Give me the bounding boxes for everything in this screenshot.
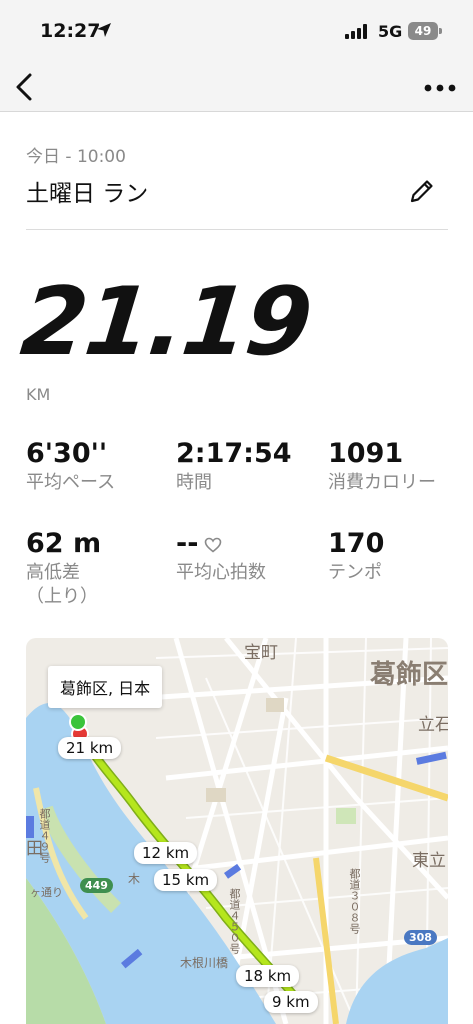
stat-elevation-gain: 62 m 高低差 （上り） [26, 528, 176, 609]
place-label-district: 葛飾区 [370, 660, 448, 690]
stat-value-row: -- [176, 528, 326, 559]
distance-value: 21.19 [16, 268, 316, 377]
stat-label: 平均ペース [26, 472, 116, 493]
stat-value: 62 m [26, 528, 102, 559]
bridge-label-short: 木 [128, 872, 141, 886]
place-label-tateishi: 立石 [418, 715, 448, 735]
road-label-308: 都道３０８号 [348, 868, 361, 934]
stat-heart-rate: -- 平均心拍数 [176, 528, 326, 585]
road-sign-308: 308 [404, 930, 437, 945]
street-label: ヶ通り [30, 886, 63, 899]
activity-title: 土曜日 ラン [26, 181, 149, 207]
header-divider [26, 229, 448, 230]
stat-average-pace: 6'30'' 平均ペース [26, 438, 176, 495]
stat-value: 170 [328, 528, 385, 559]
activity-date: 今日 - 10:00 [26, 147, 126, 167]
status-bar: 12:27 5G 49 [0, 0, 473, 62]
battery-tip [439, 28, 442, 34]
status-time: 12:27 [40, 20, 101, 42]
back-chevron-icon[interactable] [8, 68, 42, 106]
place-label-takaramachi: 宝町 [244, 643, 278, 663]
stat-label: 時間 [176, 472, 212, 493]
stat-value: 2:17:54 [176, 438, 292, 469]
location-arrow-icon [97, 23, 111, 37]
bridge-label: 木根川橋 [180, 956, 229, 970]
stat-value: 1091 [328, 438, 404, 469]
stat-cadence: 170 テンポ [328, 528, 473, 585]
heart-icon [205, 537, 222, 553]
stat-value: -- [176, 528, 199, 559]
km-marker-18: 18 km [236, 965, 300, 987]
distance-unit: KM [26, 385, 51, 404]
place-label-higashitate: 東立 [412, 851, 446, 871]
road-label-450: 都道４５０号 [228, 888, 241, 954]
stat-calories: 1091 消費カロリー [328, 438, 468, 495]
stat-label: 平均心拍数 [176, 562, 266, 583]
battery-icon: 49 [408, 22, 438, 40]
location-callout: 葛飾区, 日本 [48, 666, 163, 708]
edit-pencil-icon[interactable] [406, 175, 438, 207]
cellular-signal-icon [345, 24, 367, 39]
stat-label: テンポ [328, 562, 382, 583]
network-type: 5G [378, 22, 403, 41]
route-map[interactable]: 葛飾区, 日本 葛飾区 宝町 立石 東立 田 都道３０８号 都道４５０号 都道４… [26, 638, 448, 1024]
km-marker-9: 9 km [264, 991, 318, 1013]
stat-label: 高低差 （上り） [26, 562, 98, 607]
road-sign-449: 449 [80, 878, 113, 893]
stat-value: 6'30'' [26, 438, 108, 469]
stat-label: 消費カロリー [328, 472, 436, 493]
nav-bar [0, 62, 473, 112]
stat-duration: 2:17:54 時間 [176, 438, 326, 495]
km-marker-12: 12 km [134, 842, 198, 864]
km-marker-21: 21 km [58, 737, 122, 759]
road-label-49: 都道４９号 [38, 808, 51, 863]
more-options-icon[interactable] [420, 76, 460, 100]
km-marker-15: 15 km [154, 869, 218, 891]
